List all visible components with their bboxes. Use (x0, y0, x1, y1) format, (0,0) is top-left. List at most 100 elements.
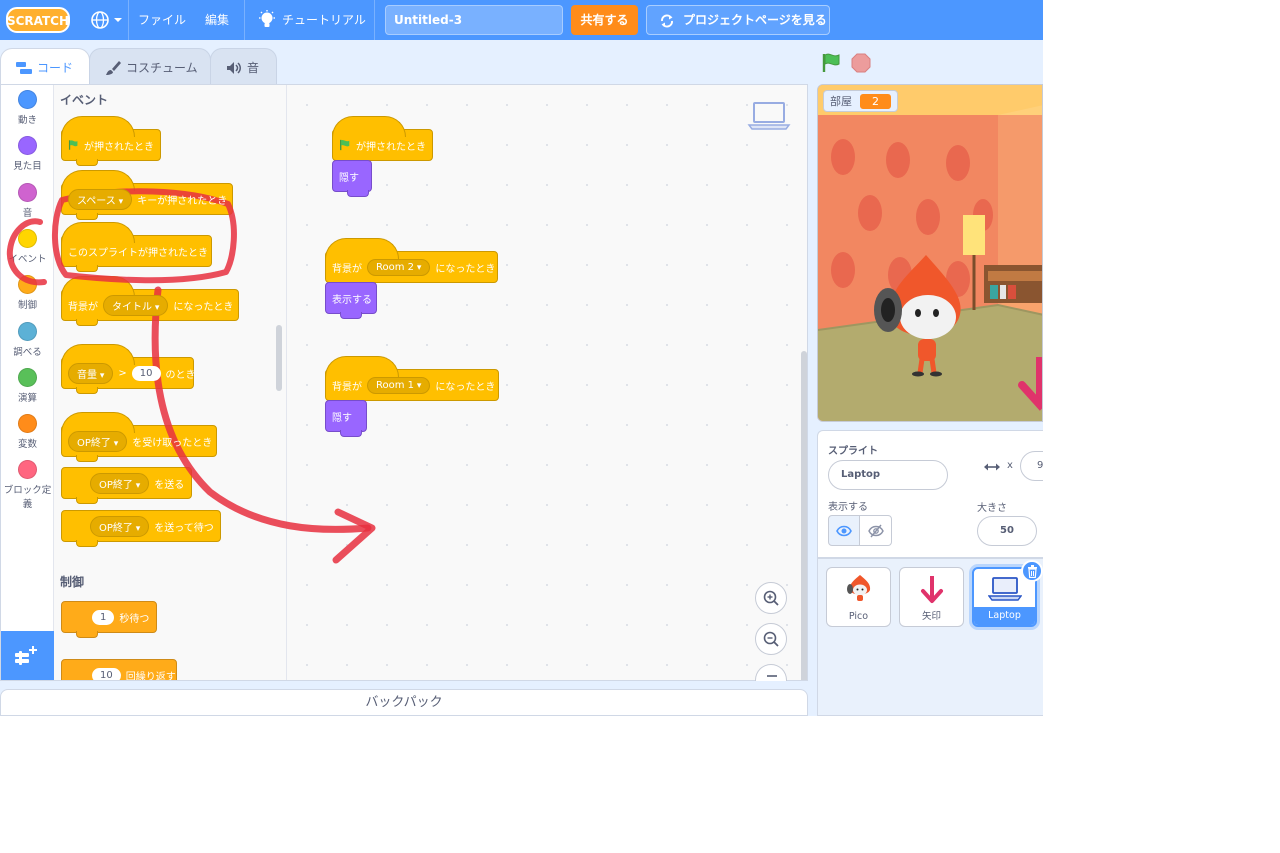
category-operators-dot (18, 368, 37, 387)
tab-costumes[interactable]: コスチューム (89, 48, 211, 84)
project-title-input[interactable]: Untitled-3 (385, 5, 563, 35)
broadcast-block[interactable]: OP終了 を送る (61, 467, 192, 504)
control-heading: 制御 (60, 575, 85, 589)
broadcast-and-wait-block[interactable]: OP終了 を送って待つ (61, 510, 221, 547)
stage[interactable]: 部屋 2 (817, 84, 1043, 422)
tab-code[interactable]: コード (0, 48, 90, 84)
message-dropdown[interactable]: OP終了 (68, 430, 128, 452)
add-extension-button[interactable] (1, 631, 54, 680)
category-operators[interactable]: 演算 (1, 368, 54, 404)
sprite-laptop-watermark-icon (747, 102, 791, 130)
when-backdrop-switches-block[interactable]: 背景が タイトル になったとき (61, 276, 239, 326)
file-menu[interactable]: ファイル (138, 0, 186, 40)
x-position-input[interactable]: 9 (1020, 451, 1043, 481)
show-sprite-button[interactable] (828, 515, 860, 546)
wait-seconds-input[interactable]: 1 (92, 609, 115, 625)
block-notch (340, 430, 362, 437)
backdrop-label-pre: 背景が (68, 301, 98, 313)
category-sensing-dot (18, 322, 37, 341)
stop-button-icon[interactable] (851, 53, 871, 73)
scratch-logo[interactable]: SCRATCH (6, 7, 70, 33)
block-notch (76, 265, 98, 272)
category-events-label: イベント (8, 254, 47, 265)
when-receive-block[interactable]: OP終了 を受け取ったとき (61, 412, 217, 462)
script2-show-block[interactable]: 表示する (325, 282, 377, 319)
workspace-scrollbar[interactable] (801, 351, 807, 680)
sprite-name-input[interactable]: Laptop (828, 460, 948, 490)
loudness-label-post: のとき (165, 369, 196, 381)
script1-hide-block[interactable]: 隠す (332, 160, 372, 197)
category-sound[interactable]: 音 (1, 183, 54, 219)
loudness-value-input[interactable]: 10 (131, 365, 161, 381)
tab-sounds[interactable]: 音 (210, 48, 277, 84)
size-label: 大きさ (977, 503, 1007, 514)
broadcast-wait-dropdown[interactable]: OP終了 (90, 515, 150, 537)
see-project-page-button[interactable]: プロジェクトページを見る (646, 5, 830, 35)
category-my-blocks[interactable]: ブロック定義 (1, 460, 54, 510)
block-notch (76, 213, 98, 220)
share-button[interactable]: 共有する (571, 5, 638, 35)
category-variables[interactable]: 変数 (1, 414, 54, 450)
category-looks[interactable]: 見た目 (1, 136, 54, 172)
events-heading: イベント (60, 93, 109, 107)
wait-seconds-block[interactable]: 1 秒待つ (61, 601, 157, 638)
backpack[interactable]: バックパック (0, 689, 808, 716)
when-receive-label: を受け取ったとき (132, 437, 213, 449)
tutorials-menu[interactable]: チュートリアル (282, 0, 366, 40)
category-events[interactable]: イベント (1, 229, 54, 265)
category-control-dot (18, 275, 37, 294)
repeat-count-input[interactable]: 10 (92, 667, 121, 680)
when-loudness-greater-block[interactable]: 音量 > 10 のとき (61, 344, 196, 394)
category-sensing-label: 調べる (13, 347, 42, 358)
delete-sprite-button[interactable] (1021, 560, 1043, 582)
add-extension-icon (15, 646, 37, 665)
edit-menu[interactable]: 編集 (205, 0, 229, 40)
language-globe-icon[interactable] (90, 9, 124, 31)
key-dropdown[interactable]: スペース (68, 188, 133, 210)
sprite-tile-pico-name: Pico (848, 611, 869, 622)
variable-monitor-room[interactable]: 部屋 2 (823, 90, 898, 112)
category-variables-label: 変数 (17, 439, 37, 450)
palette-scrollbar[interactable] (276, 325, 282, 391)
script2-when-backdrop-switches[interactable]: 背景が Room 2 になったとき (325, 238, 498, 283)
category-menu: 動き 見た目 音 イベント 制御 調べる 演算 変数 ブロック定義 (1, 85, 54, 631)
repeat-block[interactable]: 10 回繰り返す (61, 659, 177, 680)
category-sound-label: 音 (22, 208, 33, 219)
when-flag-clicked-block[interactable]: が押されたとき (61, 116, 161, 166)
block-notch (340, 312, 362, 319)
loudness-dropdown[interactable]: 音量 (68, 362, 114, 384)
script1-when-flag-clicked[interactable]: が押されたとき (332, 116, 433, 161)
category-motion[interactable]: 動き (1, 90, 54, 126)
lightbulb-icon[interactable] (258, 10, 276, 30)
menu-separator (244, 0, 245, 40)
script3-when-backdrop-switches[interactable]: 背景が Room 1 になったとき (325, 356, 499, 401)
script2-label-pre: 背景が (332, 263, 362, 275)
tab-costumes-label: コスチューム (126, 61, 198, 75)
green-flag-icon (340, 139, 350, 151)
when-sprite-clicked-block[interactable]: このスプライトが押されたとき (61, 222, 212, 272)
backdrop-dropdown[interactable]: タイトル (103, 294, 169, 316)
hide-sprite-button[interactable] (859, 515, 892, 546)
logo-text: SCRATCH (7, 14, 69, 28)
brush-icon (106, 61, 121, 75)
broadcast-dropdown[interactable]: OP終了 (90, 472, 150, 494)
zoom-out-button[interactable] (755, 623, 787, 655)
tab-sounds-label: 音 (247, 61, 260, 75)
eye-slash-icon (868, 524, 884, 538)
when-key-pressed-block[interactable]: スペース キーが押されたとき (61, 170, 233, 220)
backdrop-label-post: になったとき (173, 301, 234, 313)
script2-backdrop-dropdown[interactable]: Room 2 (367, 258, 431, 276)
zoom-in-button[interactable] (755, 582, 787, 614)
script-workspace[interactable]: が押されたとき 隠す 背景が Room 2 になったとき 表示する 背景が Ro… (287, 85, 807, 680)
sprite-tile-arrow[interactable]: 矢印 (899, 567, 964, 627)
script3-hide-block[interactable]: 隠す (325, 400, 367, 437)
sprite-tile-pico[interactable]: Pico (826, 567, 891, 627)
size-input[interactable]: 50 (977, 516, 1037, 546)
category-control[interactable]: 制御 (1, 275, 54, 311)
menu-separator (374, 0, 375, 40)
green-flag-button-icon[interactable] (820, 52, 842, 74)
zoom-reset-icon (767, 675, 777, 677)
category-sensing[interactable]: 調べる (1, 322, 54, 358)
script3-backdrop-dropdown[interactable]: Room 1 (367, 376, 431, 394)
scratch-editor: SCRATCH ファイル 編集 チュートリアル Untitled-3 共有する (0, 0, 1043, 716)
